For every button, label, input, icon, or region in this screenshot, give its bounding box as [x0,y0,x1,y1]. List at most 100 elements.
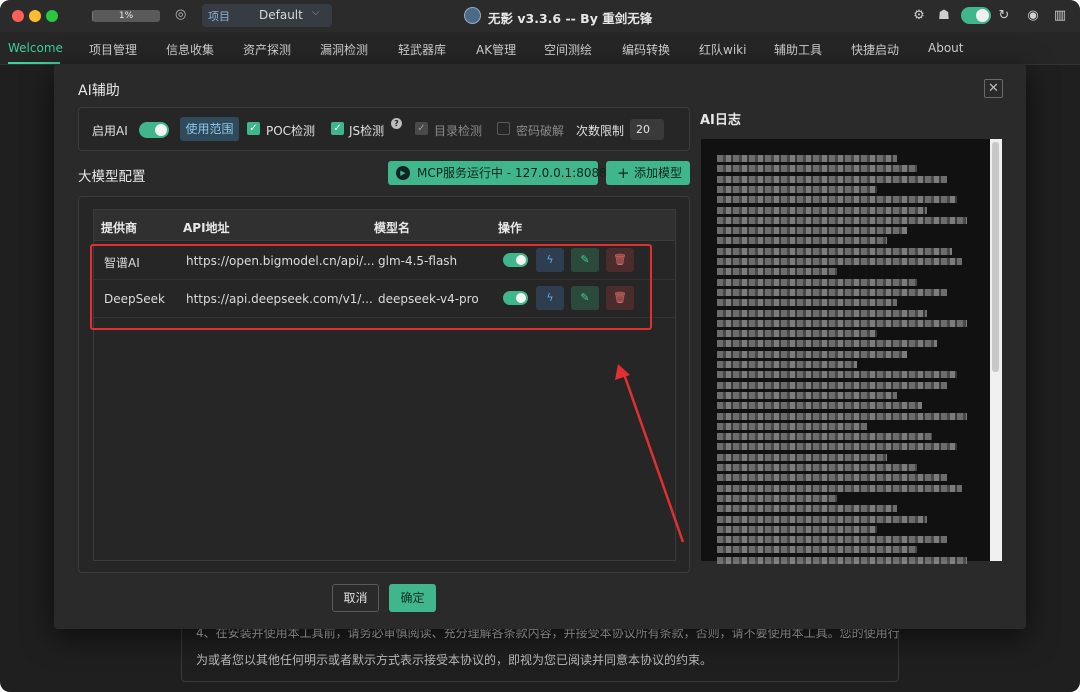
log-line [717,299,897,307]
log-line [717,237,887,245]
header-api: API地址 [183,221,230,235]
nav-item-projects[interactable]: 项目管理 [89,41,137,58]
nav-item-encode[interactable]: 编码转换 [622,41,670,58]
log-line [717,402,922,410]
toggle-knob [976,9,989,22]
log-line [717,443,957,451]
robot-icon[interactable]: ☗ [936,8,952,24]
play-icon: ▶ [396,166,410,180]
minimize-window-button[interactable] [29,10,41,22]
log-line [717,268,837,276]
dialog-title: AI辅助 [78,83,120,99]
nav-item-ak[interactable]: AK管理 [476,41,516,58]
log-line [717,185,877,193]
ai-assist-dialog: AI辅助 ✕ 启用AI 使用范围 ✓ POC检测 ✓ JS检测 ? ✓ 目录检测… [54,64,1026,629]
trash-icon[interactable]: ▥ [1052,8,1068,24]
title-bar: 1% ◎ 项目 Default ⌵ 无影 v3.3.6 -- By 重剑无锋 ⚙… [0,0,1080,32]
log-line [717,474,947,482]
dir-checkbox: ✓ [415,122,428,135]
main-nav: Welcome 项目管理 信息收集 资产探测 漏洞检测 轻武器库 AK管理 空间… [0,32,1080,65]
refresh-icon[interactable]: ↻ [996,8,1012,24]
log-line [717,391,897,399]
poc-checkbox[interactable]: ✓ [247,122,260,135]
progress-fill [92,10,93,22]
nav-item-tools[interactable]: 辅助工具 [774,41,822,58]
log-line [717,196,957,204]
log-line [717,464,917,471]
log-line [717,546,917,554]
model-config-title: 大模型配置 [78,169,146,185]
add-model-label: 添加模型 [634,166,683,180]
nav-item-assets[interactable]: 资产探测 [243,41,291,58]
pwd-checkbox [497,122,510,135]
limit-input[interactable]: 20 [630,119,664,140]
help-icon[interactable]: ? [391,118,402,129]
ai-options-panel: 启用AI 使用范围 ✓ POC检测 ✓ JS检测 ? ✓ 目录检测 密码破解 次… [78,107,690,151]
annotation-arrow [615,364,685,543]
project-tag: 项目 [208,10,230,23]
js-checkbox[interactable]: ✓ [331,122,344,135]
limit-label: 次数限制 [576,124,625,138]
log-line [717,278,917,286]
project-select[interactable]: 项目 Default ⌵ [202,4,332,27]
chevron-down-icon: ⌵ [312,7,320,18]
close-window-button[interactable] [12,10,24,22]
app-window: 1% ◎ 项目 Default ⌵ 无影 v3.3.6 -- By 重剑无锋 ⚙… [0,0,1080,692]
cancel-button[interactable]: 取消 [332,584,379,612]
nav-item-welcome[interactable]: Welcome [8,41,63,55]
toggle-knob [155,124,167,136]
log-line [717,453,887,461]
log-line [717,258,962,265]
theme-toggle[interactable] [961,7,991,24]
ai-log-title: AI日志 [700,113,741,128]
mcp-service-button[interactable]: ▶ MCP服务运行中 - 127.0.0.1:8088 [388,161,607,185]
log-line [717,288,947,296]
nav-item-wiki[interactable]: 红队wiki [699,41,746,58]
log-line [717,525,877,533]
gear-icon[interactable]: ⚙ [911,8,927,24]
target-icon[interactable]: ◎ [175,8,189,22]
log-line [717,247,952,255]
log-line [717,227,907,235]
log-line [717,175,947,183]
log-scroll-thumb[interactable] [992,142,999,372]
close-icon[interactable]: ✕ [984,79,1003,98]
log-line [717,330,877,338]
github-icon[interactable]: ◉ [1025,8,1041,24]
log-line [717,381,947,389]
nav-item-arsenal[interactable]: 轻武器库 [398,41,446,58]
enable-ai-label: 启用AI [92,124,128,138]
nav-item-vuln[interactable]: 漏洞检测 [320,41,368,58]
active-tab-indicator [8,62,60,64]
mcp-service-label: MCP服务运行中 - 127.0.0.1:8088 [417,166,607,180]
app-logo-icon [464,7,481,24]
dir-label: 目录检测 [434,124,483,138]
log-line [717,340,937,348]
add-model-button[interactable]: + 添加模型 [606,161,690,185]
maximize-window-button[interactable] [46,10,58,22]
log-line [717,361,857,368]
pwd-label: 密码破解 [516,124,565,138]
plus-icon: + [617,164,630,182]
nav-item-info[interactable]: 信息收集 [166,41,214,58]
scope-button[interactable]: 使用范围 [180,117,239,141]
log-line [717,515,927,523]
app-title: 无影 v3.3.6 -- By 重剑无锋 [488,11,653,26]
log-line [717,155,897,162]
confirm-button[interactable]: 确定 [389,584,436,612]
header-provider: 提供商 [101,221,138,235]
log-line [717,556,967,564]
log-line [717,484,962,492]
progress-bar: 1% [92,10,160,22]
log-line [717,319,967,327]
nav-item-launch[interactable]: 快捷启动 [851,41,899,58]
log-line [717,216,967,224]
nav-item-about[interactable]: About [928,41,963,55]
header-actions: 操作 [498,221,523,235]
log-line [717,412,967,420]
enable-ai-toggle[interactable] [139,122,169,138]
nav-item-mapping[interactable]: 空间测绘 [544,41,592,58]
log-line [717,309,927,317]
log-line [717,422,867,430]
log-line [717,206,927,214]
